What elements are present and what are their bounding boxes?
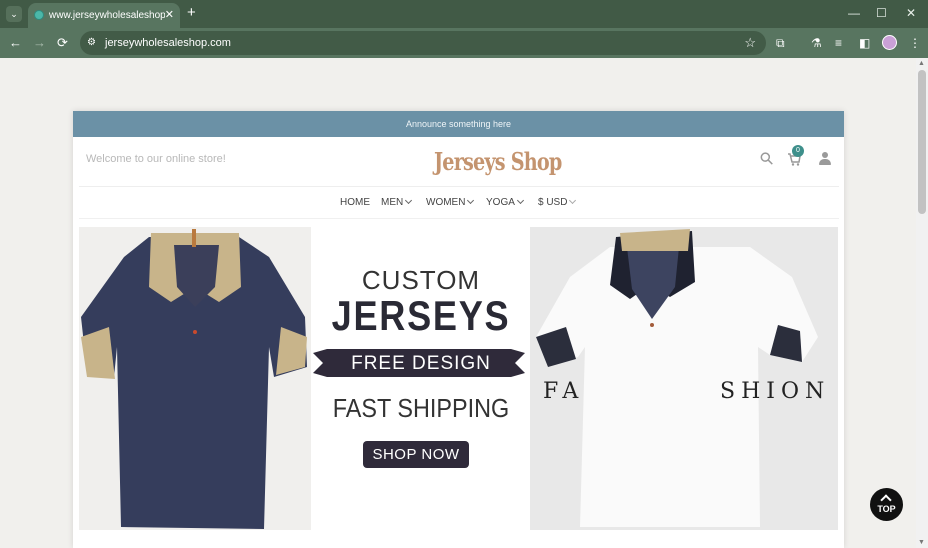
promo-jerseys: JERSEYS [331,292,511,339]
maximize-icon[interactable]: ☐ [876,5,887,21]
browser-toolbar: ← → ⟳ ⚙ jerseywholesaleshop.com ☆ ⧉ ⚗ ≡ … [0,28,928,58]
promo-panel: CUSTOM JERSEYS FREE DESIGN FAST SHIPPING… [312,227,530,530]
browser-menu-icon[interactable]: ⋮ [909,36,921,50]
fashion-text-left: FA [543,379,585,404]
fashion-text-right: SHION [720,379,831,404]
browser-tab[interactable]: www.jerseywholesaleshop.com ✕ [28,3,180,28]
store-header: Welcome to our online store! Jerseys Sho… [79,137,839,187]
labs-icon[interactable]: ⚗ [811,36,822,50]
reload-icon[interactable]: ⟳ [57,35,68,51]
globe-icon [34,10,44,20]
minimize-icon[interactable]: — [848,5,860,21]
promo-free-design: FREE DESIGN [351,353,491,374]
promo-custom: CUSTOM [361,265,481,295]
forward-icon[interactable]: → [33,35,46,51]
nav-women[interactable]: WOMEN [426,196,475,209]
chevron-down-icon [516,196,524,205]
store-logo[interactable]: Jerseys Shop [434,147,562,177]
media-controls-icon[interactable]: ≡ [835,36,842,50]
store-page: Announce something here Welcome to our o… [73,111,844,548]
profile-avatar[interactable] [882,35,897,50]
main-navigation: HOME MEN WOMEN YOGA $ USD [79,187,839,219]
tab-title: www.jerseywholesaleshop.com [49,10,165,21]
side-panel-icon[interactable]: ◧ [859,36,870,50]
extensions-icon[interactable]: ⧉ [776,36,785,50]
hero-banner[interactable]: CUSTOM JERSEYS FREE DESIGN FAST SHIPPING… [79,227,838,530]
scrollbar-thumb[interactable] [918,70,926,214]
scroll-down-icon[interactable]: ▼ [918,539,925,546]
page-viewport: Announce something here Welcome to our o… [0,58,916,548]
chevron-down-icon [569,196,577,205]
cart-count-badge: 0 [792,145,804,157]
tab-list-button[interactable]: ⌄ [6,6,22,22]
address-bar[interactable]: ⚙ jerseywholesaleshop.com ☆ [80,31,766,55]
bookmark-star-icon[interactable]: ☆ [744,35,756,51]
navy-polo-shirt [81,229,307,529]
page-scrollbar[interactable]: ▲ ▼ [916,58,928,548]
account-icon[interactable] [819,152,831,165]
nav-men[interactable]: MEN [381,196,413,209]
close-window-icon[interactable]: ✕ [906,5,916,21]
shop-now-button[interactable]: SHOP NOW [363,441,469,468]
browser-tab-bar: ⌄ www.jerseywholesaleshop.com ✕ + — ☐ ✕ [0,0,928,28]
promo-fast-shipping: FAST SHIPPING [332,393,510,423]
navy-polo-image [79,227,311,530]
search-icon[interactable]: ⚲ [756,148,778,170]
chevron-down-icon [467,196,475,205]
announcement-bar: Announce something here [73,111,844,137]
nav-yoga[interactable]: YOGA [486,196,524,209]
new-tab-button[interactable]: + [187,5,196,21]
close-tab-icon[interactable]: ✕ [165,8,174,22]
back-to-top-label: TOP [877,504,896,514]
chevron-down-icon [405,196,413,205]
url-text[interactable]: jerseywholesaleshop.com [105,36,231,50]
site-info-icon[interactable]: ⚙ [87,37,99,49]
scroll-up-icon[interactable]: ▲ [918,60,925,67]
nav-home[interactable]: HOME [340,197,370,209]
white-polo-image: FA SHION [530,227,838,530]
back-icon[interactable]: ← [9,35,22,51]
back-to-top-button[interactable]: TOP [870,488,903,521]
welcome-text: Welcome to our online store! [86,153,226,165]
currency-selector[interactable]: $ USD [538,196,577,209]
